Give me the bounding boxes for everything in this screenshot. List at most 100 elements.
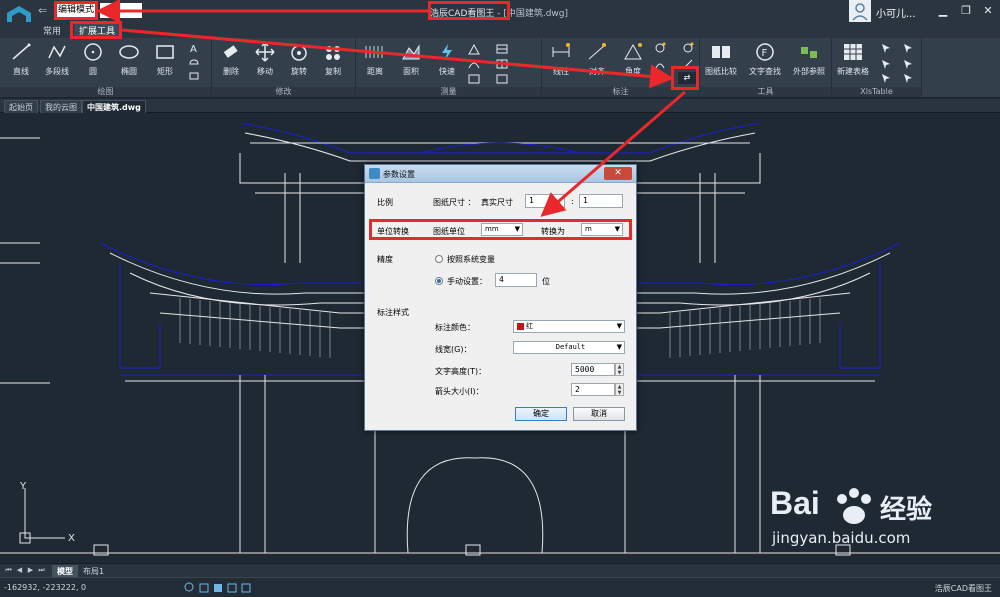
linewidth-select[interactable]: Default ▼ bbox=[513, 341, 625, 354]
radius-dim-icon[interactable] bbox=[654, 42, 666, 54]
table-export-icon[interactable] bbox=[902, 42, 914, 54]
prev-layout-icon[interactable]: ◀ bbox=[15, 566, 24, 576]
cloud-icon[interactable] bbox=[188, 56, 200, 68]
rectangle-tool[interactable]: 矩形 bbox=[148, 42, 182, 77]
radio-system-variable[interactable] bbox=[435, 255, 443, 263]
zoom-icon bbox=[184, 582, 194, 592]
table-merge-icon[interactable] bbox=[880, 58, 892, 70]
real-scale-input[interactable]: 1 bbox=[579, 194, 623, 208]
group-measure-label: 测量 bbox=[356, 87, 541, 97]
measure-arc-icon[interactable] bbox=[468, 58, 480, 70]
dimension-settings-icon[interactable]: ⇄ bbox=[678, 72, 696, 84]
ellipse-tool[interactable]: 椭圆 bbox=[112, 42, 146, 77]
line-tool[interactable]: 直线 bbox=[4, 42, 38, 77]
dialog-close-icon[interactable]: ✕ bbox=[604, 167, 632, 180]
paper-size-label: 图纸尺寸 ： bbox=[433, 198, 476, 207]
arc-dim-icon[interactable] bbox=[654, 58, 666, 70]
cancel-button[interactable]: 取消 bbox=[573, 407, 625, 421]
watermark-url: jingyan.baidu.com bbox=[772, 529, 911, 547]
drawing-compare-tool[interactable]: 图纸比较 bbox=[704, 42, 738, 77]
doc-tab-cloud[interactable]: 我的云图 bbox=[40, 100, 82, 113]
new-table-tool[interactable]: 新建表格 bbox=[836, 42, 870, 77]
angle-dim-label: 角度 bbox=[625, 67, 641, 76]
copy-tool[interactable]: 复制 bbox=[316, 42, 350, 77]
chevron-down-icon: ▼ bbox=[616, 343, 622, 351]
diameter-dim-icon[interactable] bbox=[682, 42, 694, 54]
radio-manual[interactable] bbox=[435, 277, 443, 285]
ok-button[interactable]: 确定 bbox=[515, 407, 567, 421]
group-modify: 删除 移动 旋转 复制 修改 bbox=[212, 38, 356, 98]
digits-label: 位 bbox=[542, 277, 550, 286]
close-window-icon[interactable]: ✕ bbox=[980, 3, 996, 19]
delete-label: 删除 bbox=[223, 67, 239, 76]
leader-dim-icon[interactable] bbox=[682, 58, 694, 70]
area-icon bbox=[402, 44, 420, 60]
document-tabs: 起始页 我的云图 中国建筑.dwg bbox=[0, 99, 1000, 113]
table-cursor-icon[interactable] bbox=[880, 42, 892, 54]
group-dimension: 线性 对齐 角度 ⇄ 标注 bbox=[542, 38, 700, 98]
doc-tab-drawing[interactable]: 中国建筑.dwg bbox=[82, 100, 146, 113]
dialog-titlebar[interactable]: 参数设置 ✕ bbox=[365, 165, 636, 183]
delete-tool[interactable]: 删除 bbox=[214, 42, 248, 77]
copy-icon bbox=[326, 46, 340, 60]
table-split-icon[interactable] bbox=[902, 58, 914, 70]
group-draw: 直线 多段线 圆 椭圆 矩形 A 绘图 bbox=[0, 38, 212, 98]
table-link-icon[interactable] bbox=[880, 72, 892, 84]
circle-label: 圆 bbox=[89, 67, 97, 76]
text-height-label: 文字高度(T)： bbox=[435, 367, 487, 376]
parameter-settings-dialog: 参数设置 ✕ 比例 图纸尺寸 ： 真实尺寸 1 : 1 单位转换 图纸单位 mm… bbox=[364, 164, 637, 431]
window-title: 浩辰CAD看图王 - [中国建筑.dwg] bbox=[430, 6, 568, 19]
text-search-label: 文字查找 bbox=[749, 67, 781, 76]
move-tool[interactable]: 移动 bbox=[248, 42, 282, 77]
tab-common[interactable]: 常用 bbox=[38, 23, 66, 38]
user-avatar[interactable] bbox=[849, 0, 871, 22]
restore-icon[interactable]: ❐ bbox=[958, 3, 974, 19]
angle-dim-tool[interactable]: 角度 bbox=[616, 42, 650, 77]
last-layout-icon[interactable]: ⏭ bbox=[37, 566, 46, 576]
text-height-input[interactable]: 5000 bbox=[571, 363, 615, 376]
rotate-tool[interactable]: 旋转 bbox=[282, 42, 316, 77]
paper-unit-select[interactable]: mm ▼ bbox=[481, 223, 523, 236]
next-layout-icon[interactable]: ▶ bbox=[26, 566, 35, 576]
fullscreen-icon bbox=[241, 583, 251, 593]
measure-angle-icon[interactable] bbox=[468, 43, 480, 55]
linewidth-label: 线宽(G)： bbox=[435, 345, 472, 354]
table-refresh-icon[interactable] bbox=[902, 72, 914, 84]
polyline-tool[interactable]: 多段线 bbox=[40, 42, 74, 77]
hatch-icon[interactable] bbox=[188, 70, 200, 82]
area-tool[interactable]: 面积 bbox=[394, 42, 428, 77]
external-ref-tool[interactable]: 外部参照 bbox=[792, 42, 826, 77]
text-search-tool[interactable]: F 文字查找 bbox=[748, 42, 782, 77]
text-height-spinner[interactable]: ▲ ▼ bbox=[615, 363, 624, 376]
minimize-icon[interactable]: ▁ bbox=[935, 3, 951, 19]
tab-extension-tools[interactable]: 扩展工具 bbox=[74, 23, 121, 38]
back-arrow-icon[interactable]: ⇐ bbox=[38, 4, 47, 17]
svg-text:Y: Y bbox=[19, 481, 27, 492]
scale-colon: : bbox=[571, 197, 574, 206]
first-layout-icon[interactable]: ⏮ bbox=[4, 566, 13, 576]
circle-tool[interactable]: 圆 bbox=[76, 42, 110, 77]
mode-selector[interactable]: 编辑模式 bbox=[56, 3, 96, 18]
svg-text:F: F bbox=[762, 48, 768, 59]
user-name[interactable]: 小可儿... bbox=[876, 5, 916, 20]
convert-to-select[interactable]: m ▼ bbox=[581, 223, 623, 236]
doc-tab-start[interactable]: 起始页 bbox=[4, 100, 38, 113]
measure-grid-icon[interactable] bbox=[496, 43, 508, 55]
measure-table-icon[interactable] bbox=[496, 58, 508, 70]
aligned-dim-label: 对齐 bbox=[589, 67, 605, 76]
linear-dim-tool[interactable]: 线性 bbox=[544, 42, 578, 77]
precision-input[interactable]: 4 bbox=[495, 273, 537, 287]
quick-access-field[interactable] bbox=[100, 3, 142, 18]
measure-sheet-icon[interactable] bbox=[496, 73, 508, 85]
measure-list-icon[interactable] bbox=[468, 73, 480, 85]
text-icon[interactable]: A bbox=[188, 42, 200, 54]
new-table-label: 新建表格 bbox=[837, 67, 869, 76]
quick-measure-tool[interactable]: 快速 bbox=[430, 42, 464, 77]
dim-color-select[interactable]: 红 ▼ bbox=[513, 320, 625, 333]
aligned-dim-tool[interactable]: 对齐 bbox=[580, 42, 614, 77]
paper-scale-input[interactable]: 1 bbox=[525, 194, 565, 208]
app-name: 浩辰CAD看图王 bbox=[430, 9, 495, 19]
distance-tool[interactable]: 距离 bbox=[358, 42, 392, 77]
arrow-size-input[interactable]: 2 bbox=[571, 383, 615, 396]
arrow-size-spinner[interactable]: ▲ ▼ bbox=[615, 383, 624, 396]
